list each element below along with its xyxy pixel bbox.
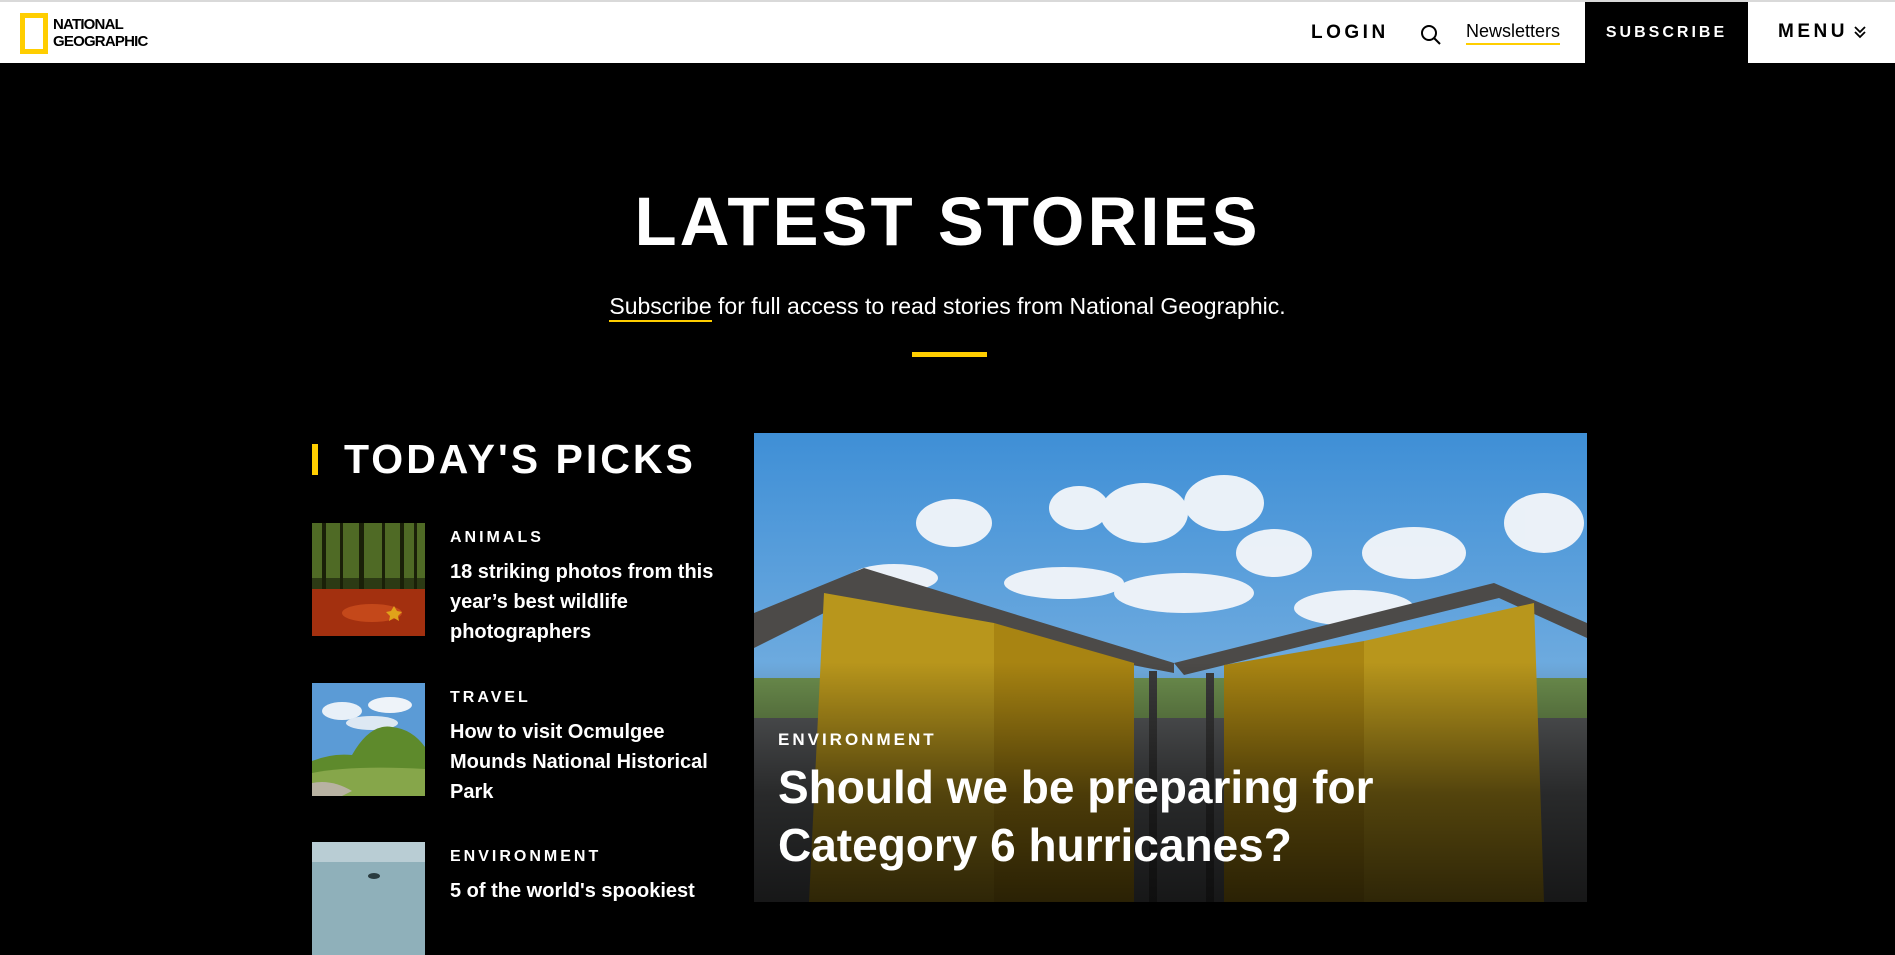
pick-title[interactable]: 18 striking photos from this year’s best… <box>450 557 715 647</box>
logo-line-1: NATIONAL <box>53 16 124 33</box>
pick-thumbnail-forest <box>312 523 425 636</box>
pick-thumbnail-misty-lake <box>312 842 425 955</box>
login-link[interactable]: LOGIN <box>1311 22 1389 44</box>
feature-category: ENVIRONMENT <box>778 730 937 749</box>
search-icon[interactable] <box>1419 23 1443 47</box>
pick-thumbnail-mounds <box>312 683 425 796</box>
logo-line-2: GEOGRAPHIC <box>53 33 148 50</box>
yellow-divider <box>912 352 987 357</box>
hero-subtitle: Subscribe for full access to read storie… <box>0 293 1895 322</box>
natgeo-logo[interactable]: NATIONAL GEOGRAPHIC <box>20 12 148 54</box>
pick-category: TRAVEL <box>450 689 531 706</box>
menu-label: MENU <box>1778 21 1848 42</box>
subscribe-inline-link[interactable]: Subscribe <box>609 293 712 322</box>
pick-item[interactable]: ENVIRONMENT 5 of the world's spookiest <box>312 842 732 955</box>
top-navigation-bar: NATIONAL GEOGRAPHIC LOGIN Newsletters SU… <box>0 0 1895 63</box>
subscribe-button[interactable]: SUBSCRIBE <box>1585 2 1748 63</box>
newsletters-link[interactable]: Newsletters <box>1466 21 1561 45</box>
pick-category: ANIMALS <box>450 529 544 546</box>
todays-picks-heading: TODAY'S PICKS <box>312 435 696 483</box>
double-chevron-down-icon <box>1854 26 1866 39</box>
logo-wordmark: NATIONAL GEOGRAPHIC <box>53 16 148 50</box>
feature-title[interactable]: Should we be preparing for Category 6 hu… <box>778 758 1498 874</box>
menu-button[interactable]: MENU <box>1778 21 1868 43</box>
page-title: LATEST STORIES <box>634 183 1261 260</box>
logo-yellow-frame-icon <box>20 12 48 54</box>
pick-item[interactable]: ANIMALS 18 striking photos from this yea… <box>312 523 732 647</box>
hero-subtitle-text: for full access to read stories from Nat… <box>711 293 1286 319</box>
pick-category: ENVIRONMENT <box>450 848 602 865</box>
feature-story-card[interactable]: ENVIRONMENT Should we be preparing for C… <box>754 433 1587 902</box>
pick-title[interactable]: How to visit Ocmulgee Mounds National Hi… <box>450 717 715 807</box>
pick-item[interactable]: TRAVEL How to visit Ocmulgee Mounds Nati… <box>312 683 732 807</box>
